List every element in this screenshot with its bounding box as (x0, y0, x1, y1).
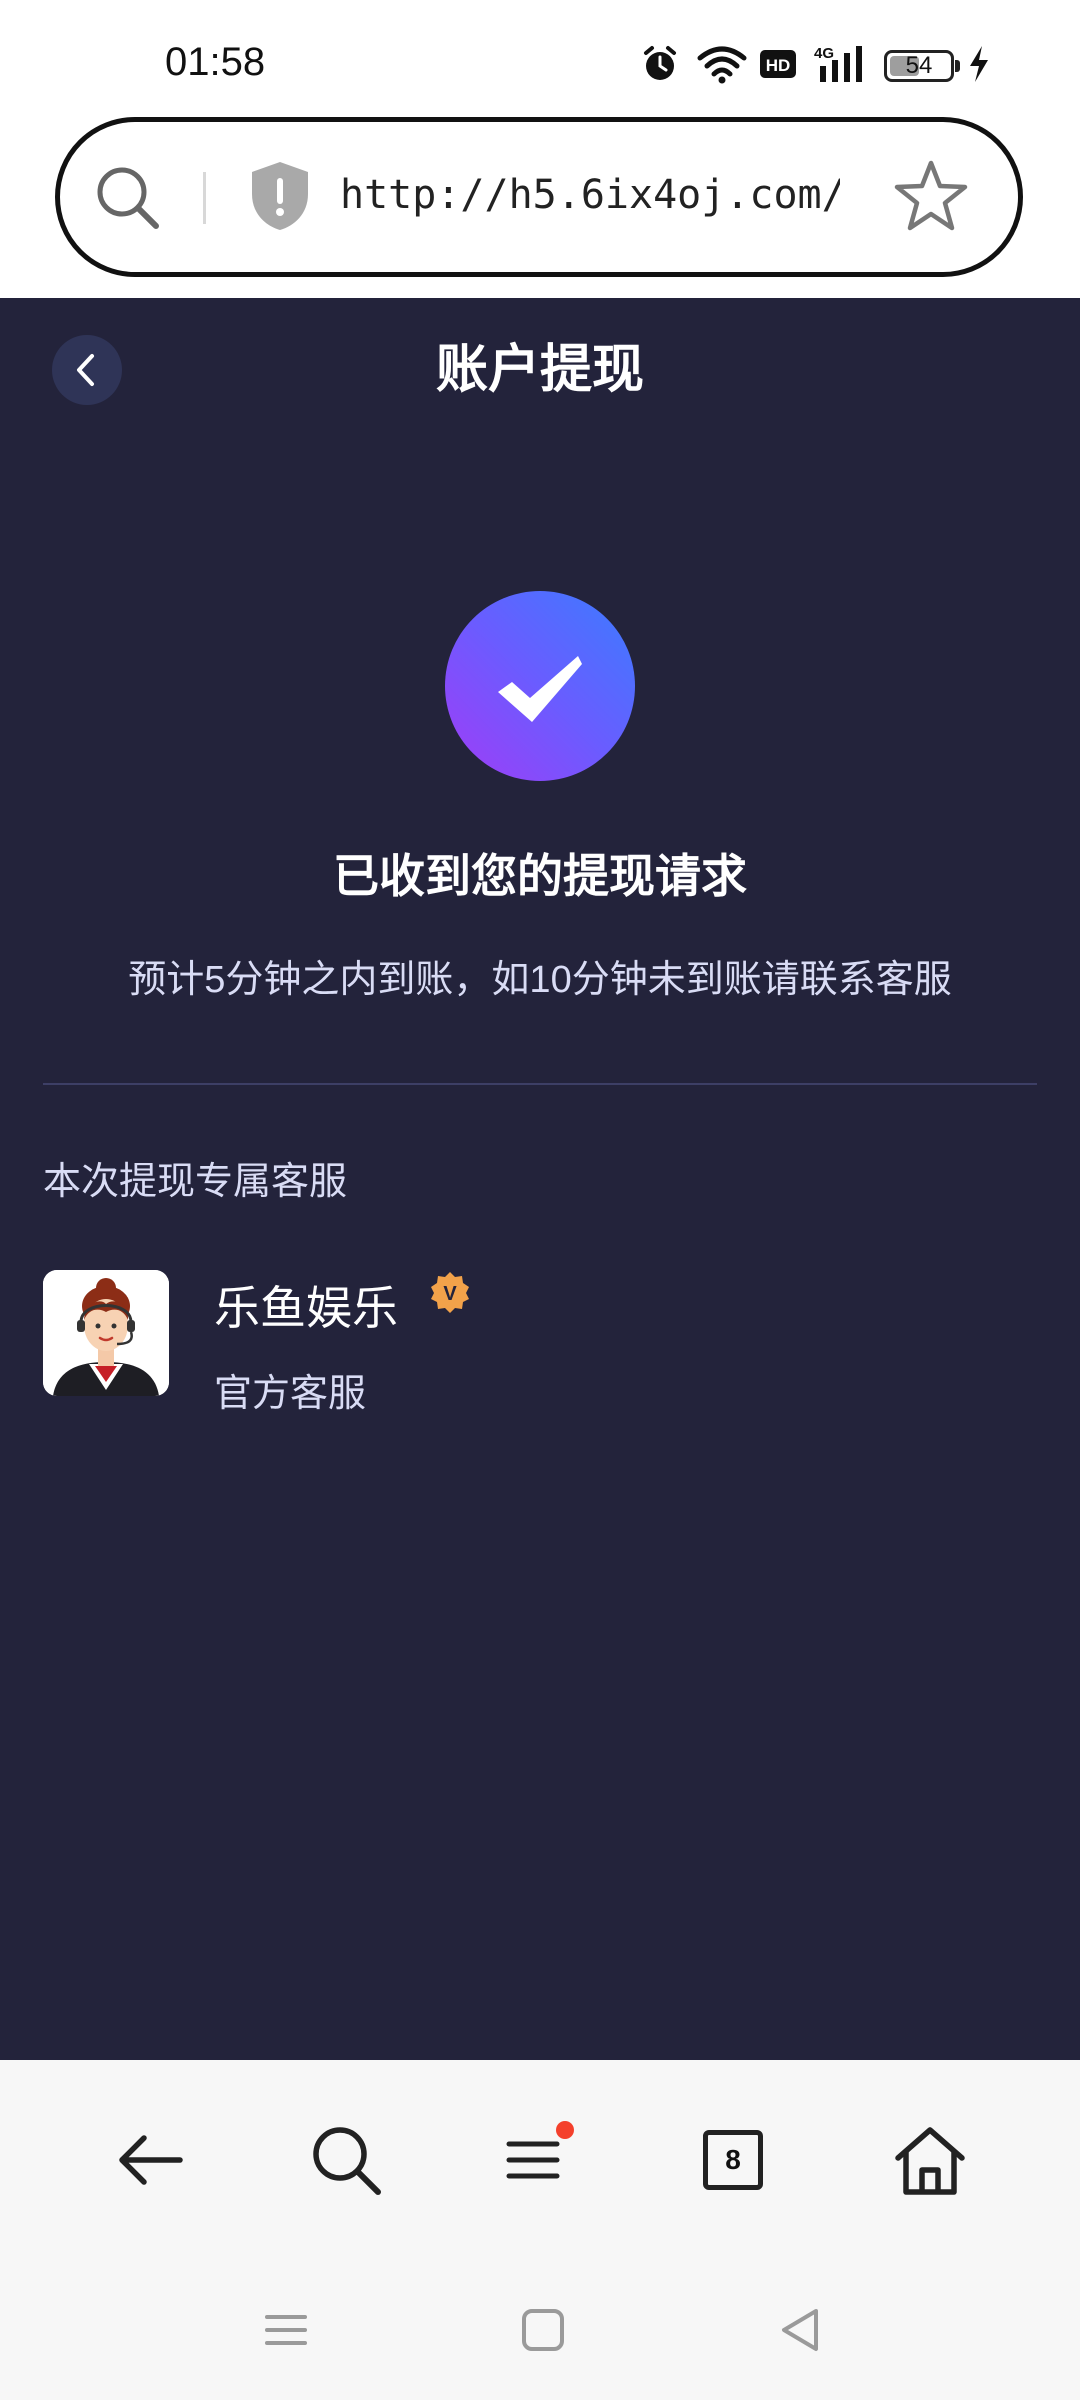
nav-back-button[interactable] (766, 2295, 836, 2365)
success-title: 已收到您的提现请求 (333, 850, 747, 902)
success-description: 预计5分钟之内到账，如10分钟未到账请联系客服 (128, 959, 952, 1001)
success-badge (445, 591, 635, 781)
checkmark-icon (498, 656, 582, 722)
verified-badge-icon: V (431, 1272, 469, 1313)
home-button[interactable] (880, 2110, 980, 2210)
divider (43, 1083, 1037, 1085)
alarm-icon (644, 46, 676, 80)
agent-role: 官方客服 (214, 1373, 367, 1415)
triangle-back-icon (782, 2309, 818, 2351)
nav-home-button[interactable] (508, 2295, 578, 2365)
agent-name: 乐鱼娱乐 (214, 1282, 398, 1334)
search-icon (313, 2127, 381, 2195)
bookmark-star-icon[interactable] (893, 158, 969, 234)
hd-icon: HD (760, 50, 796, 78)
tabs-button[interactable]: 8 (683, 2110, 783, 2210)
customer-service-agent-icon (43, 1270, 169, 1396)
section-title: 本次提现专属客服 (43, 1161, 348, 1203)
svg-text:4G: 4G (814, 45, 834, 62)
page-title: 账户提现 (435, 341, 644, 399)
search-icon[interactable] (92, 162, 164, 234)
recents-icon (265, 2315, 307, 2345)
battery-percentage: 54 (905, 52, 933, 79)
avatar[interactable] (43, 1270, 169, 1396)
status-time: 01:58 (165, 40, 266, 84)
battery-tip (955, 60, 960, 72)
home-icon (895, 2127, 965, 2195)
address-bar-separator (203, 172, 206, 224)
browser-menu-button[interactable] (488, 2110, 588, 2210)
signal-4g-icon: 4G (814, 45, 862, 82)
battery-icon: 54 (884, 50, 954, 82)
square-home-icon (522, 2309, 564, 2351)
charging-icon (970, 46, 988, 82)
wifi-icon (697, 46, 747, 84)
security-warning-icon[interactable] (248, 160, 312, 232)
tabs-icon: 8 (703, 2130, 763, 2190)
browser-search-button[interactable] (296, 2110, 396, 2210)
tabs-count: 8 (725, 2144, 741, 2175)
menu-icon (506, 2121, 574, 2179)
svg-text:HD: HD (766, 56, 791, 75)
arrow-left-icon (119, 2135, 183, 2185)
browser-back-button[interactable] (100, 2110, 200, 2210)
nav-recents-button[interactable] (251, 2295, 321, 2365)
svg-text:V: V (443, 1283, 457, 1305)
notification-dot (556, 2121, 574, 2139)
url-text[interactable]: http://h5.6ix4oj.com/w … (340, 172, 840, 218)
